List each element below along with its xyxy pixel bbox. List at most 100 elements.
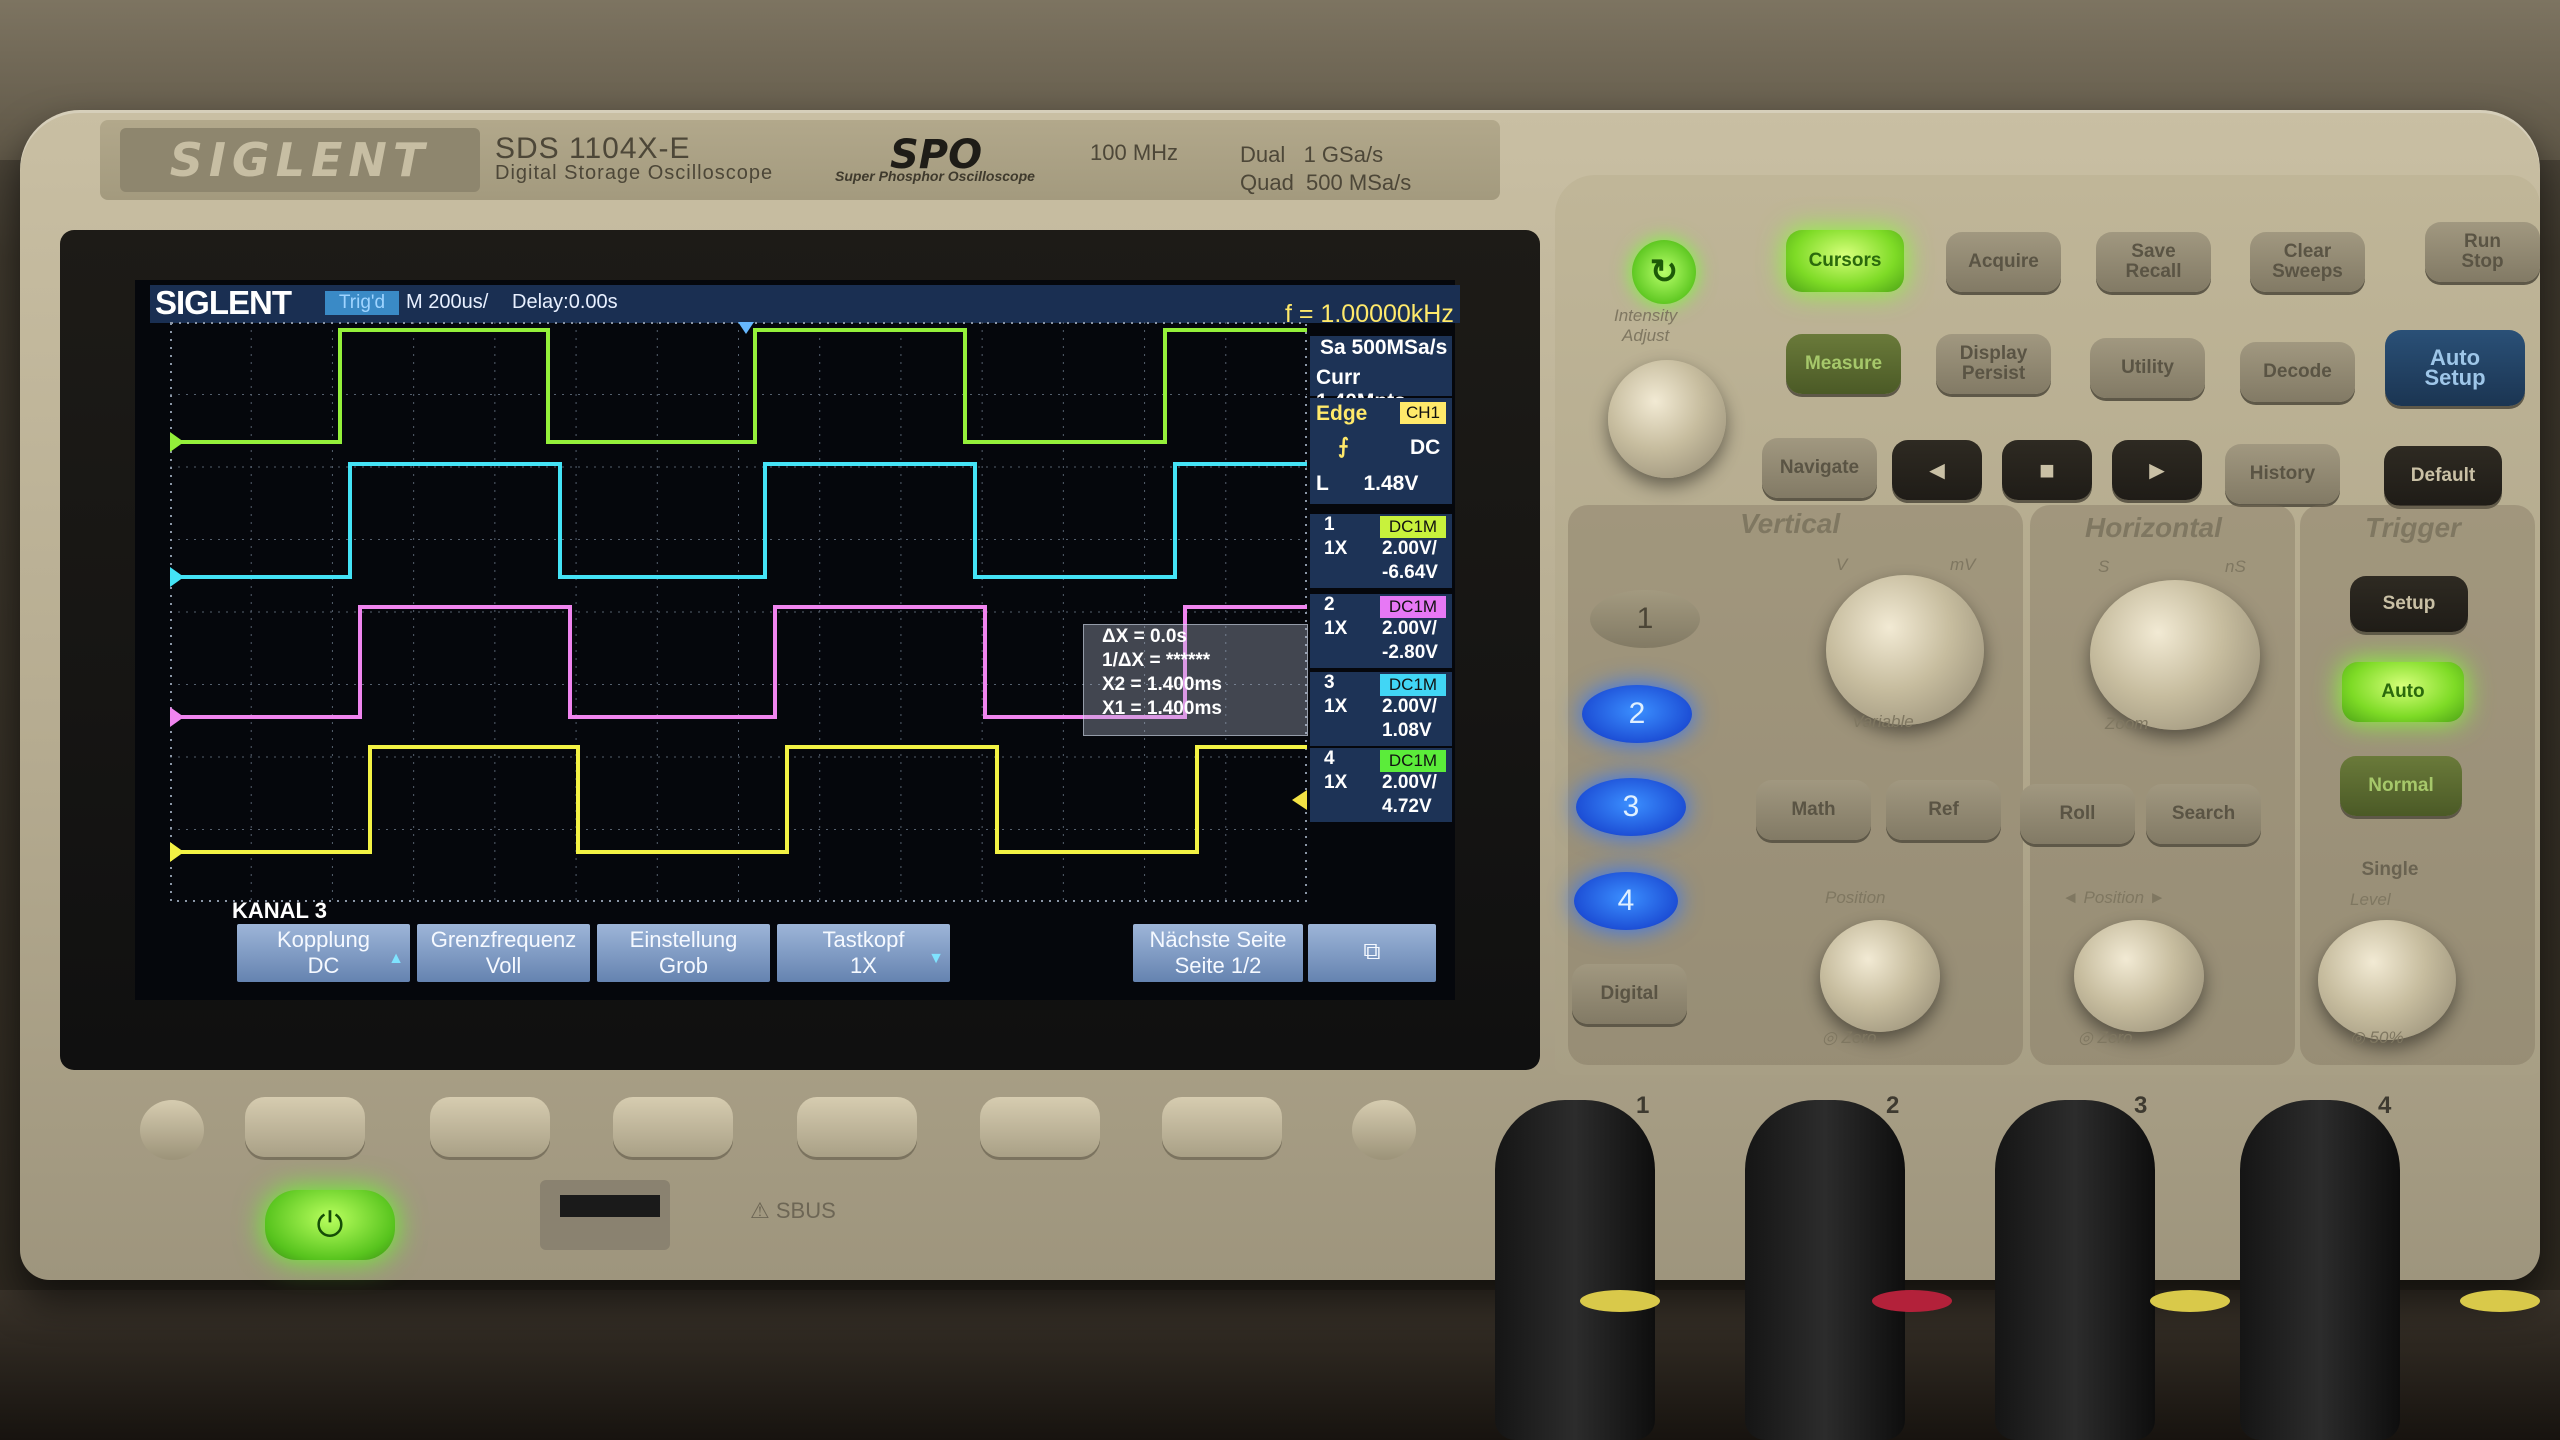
- trigger-auto-button[interactable]: Auto: [2342, 662, 2464, 722]
- vertical-label: Vertical: [1740, 508, 1841, 539]
- arrow-icon: ▲: [388, 950, 404, 967]
- measure-button[interactable]: Measure: [1786, 334, 1901, 394]
- navigate-button[interactable]: Navigate: [1762, 438, 1877, 498]
- cursor-x1: X1 = 1.400ms: [1102, 698, 1222, 719]
- history-button[interactable]: History: [2225, 444, 2340, 504]
- sample-rate-dual: Dual 1 GSa/s: [1240, 142, 1384, 167]
- frequency-readout: f = 1.00000kHz: [1285, 300, 1454, 328]
- bnc-input-2[interactable]: [1745, 1100, 1905, 1440]
- channel-2-button[interactable]: 2: [1582, 685, 1692, 743]
- volts-div-knob[interactable]: [1826, 575, 1984, 725]
- softkey-button-3[interactable]: [613, 1097, 733, 1157]
- channel-scale: 2.00V/: [1382, 696, 1437, 717]
- trigger-type-text: Edge: [1316, 402, 1368, 425]
- clear-sweeps-button[interactable]: Clear Sweeps: [2250, 232, 2365, 292]
- prev-icon[interactable]: ◄: [1892, 440, 1982, 500]
- cursor-inv-dx: 1/ΔX = ******: [1102, 650, 1211, 671]
- softkey-button-5[interactable]: [980, 1097, 1100, 1157]
- auto-setup-button[interactable]: Auto Setup: [2385, 330, 2525, 406]
- menu-return-button[interactable]: [1352, 1100, 1416, 1160]
- vertical-zero-label: ◎ Zero: [1822, 1028, 1877, 1047]
- trigger-level-text: L 1.48V: [1316, 472, 1419, 495]
- probe-ring-4: [2460, 1290, 2540, 1312]
- refresh-icon[interactable]: ↻: [1632, 240, 1696, 304]
- network-icon: ⧉: [1308, 924, 1436, 982]
- softkey-adjust[interactable]: Einstellung Grob: [597, 924, 770, 982]
- probe-ring-1: [1580, 1290, 1660, 1312]
- decode-button[interactable]: Decode: [2240, 342, 2355, 402]
- channel-3-button[interactable]: 3: [1576, 778, 1686, 836]
- channel-offset: 1.08V: [1382, 720, 1432, 741]
- trigger-label: Trigger: [2365, 512, 2461, 543]
- channel-probe: 1X: [1324, 538, 1348, 559]
- volts-unit-label: V: [1836, 555, 1848, 574]
- sample-rate-text: Sa 500MSa/s: [1320, 336, 1448, 359]
- bnc-input-1[interactable]: [1495, 1100, 1655, 1440]
- model-name: SDS 1104X-E: [495, 132, 691, 165]
- bnc-input-3[interactable]: [1995, 1100, 2155, 1440]
- channel-probe: 1X: [1324, 618, 1348, 639]
- next-icon[interactable]: ►: [2112, 440, 2202, 500]
- utility-button[interactable]: Utility: [2090, 338, 2205, 398]
- channel-scale: 2.00V/: [1382, 772, 1437, 793]
- digital-button[interactable]: Digital: [1572, 964, 1687, 1024]
- softkey-button-6[interactable]: [1162, 1097, 1282, 1157]
- vertical-position-knob[interactable]: [1820, 920, 1940, 1032]
- softkey-probe[interactable]: Tastkopf 1X ▼: [777, 924, 950, 982]
- bnc-input-4[interactable]: [2240, 1100, 2400, 1440]
- channel-offset: -6.64V: [1382, 562, 1438, 583]
- workbench: [0, 1290, 2560, 1440]
- trigger-zero-label: ◎ 50%: [2350, 1028, 2404, 1047]
- intensity-adjust-knob[interactable]: [1608, 360, 1726, 478]
- channel-3-offset-marker: [170, 707, 184, 727]
- power-icon: ⏻: [316, 1206, 344, 1244]
- s-unit-label: S: [2098, 557, 2110, 576]
- softkey-bandwidth[interactable]: Grenzfrequenz Voll: [417, 924, 590, 982]
- math-button[interactable]: Math: [1756, 780, 1871, 840]
- cursor-readout-box: ΔX = 0.0s 1/ΔX = ****** X2 = 1.400ms X1 …: [1083, 624, 1308, 736]
- display-persist-button[interactable]: Display Persist: [1936, 334, 2051, 394]
- save-recall-button[interactable]: Save Recall: [2096, 232, 2211, 292]
- softkey-button-2[interactable]: [430, 1097, 550, 1157]
- mv-unit-label: mV: [1950, 555, 1976, 574]
- softkey-next-page[interactable]: Nächste Seite Seite 1/2: [1133, 924, 1303, 982]
- channel-probe: 1X: [1324, 772, 1348, 793]
- trigger-level-marker: [1292, 790, 1307, 810]
- run-stop-button[interactable]: Run Stop: [2425, 222, 2540, 282]
- horizontal-zero-label: ◎ Zero: [2078, 1028, 2133, 1047]
- softkey-button-4[interactable]: [797, 1097, 917, 1157]
- timebase-readout: M 200us/: [406, 291, 489, 313]
- trigger-level-knob[interactable]: [2318, 920, 2456, 1040]
- delay-readout: Delay:0.00s: [512, 291, 618, 313]
- channel-coupling-badge: DC1M: [1380, 674, 1446, 696]
- channel-offset: 4.72V: [1382, 796, 1432, 817]
- channel-1-button[interactable]: 1: [1590, 590, 1700, 648]
- channel-number: 1: [1324, 514, 1335, 535]
- menu-off-button[interactable]: [140, 1100, 204, 1160]
- cursors-button[interactable]: Cursors: [1786, 230, 1904, 292]
- spo-subtitle: Super Phosphor Oscilloscope: [835, 168, 1035, 184]
- default-button[interactable]: Default: [2384, 446, 2502, 506]
- softkey-button-1[interactable]: [245, 1097, 365, 1157]
- usb-port[interactable]: [560, 1195, 660, 1217]
- channel-number: 2: [1324, 594, 1335, 615]
- ref-button[interactable]: Ref: [1886, 780, 2001, 840]
- horizontal-position-knob[interactable]: [2074, 920, 2204, 1032]
- probe-ring-2: [1872, 1290, 1952, 1312]
- channel-offset: -2.80V: [1382, 642, 1438, 663]
- probe-ring-3: [2150, 1290, 2230, 1312]
- search-button[interactable]: Search: [2146, 784, 2261, 844]
- info-panel: Sa 500MSa/s Curr 1.40Mpts Edge CH1 ⨍ DC …: [1310, 336, 1452, 824]
- trigger-source-badge: CH1: [1400, 402, 1446, 424]
- time-div-knob[interactable]: [2090, 580, 2260, 730]
- arrow-icon: ▼: [928, 950, 944, 967]
- acquire-button[interactable]: Acquire: [1946, 232, 2061, 292]
- channel-4-button[interactable]: 4: [1574, 872, 1678, 930]
- power-button[interactable]: ⏻: [265, 1190, 395, 1260]
- stop-icon[interactable]: ■: [2002, 440, 2092, 500]
- softkey-coupling[interactable]: Kopplung DC ▲: [237, 924, 410, 982]
- bnc-4-label: 4: [2378, 1092, 2392, 1119]
- trigger-normal-button[interactable]: Normal: [2340, 756, 2462, 816]
- trigger-setup-button[interactable]: Setup: [2350, 576, 2468, 632]
- roll-button[interactable]: Roll: [2020, 784, 2135, 844]
